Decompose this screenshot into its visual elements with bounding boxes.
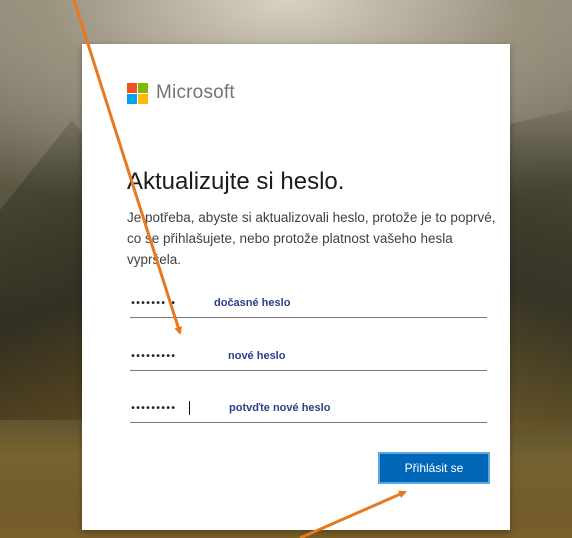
signin-card: Microsoft Aktualizujte si heslo. Je potř… <box>82 44 510 530</box>
description-text: Je potřeba, abyste si aktualizovali hesl… <box>127 210 496 267</box>
text-caret <box>189 401 190 415</box>
signin-button[interactable]: Přihlásit se <box>378 452 490 484</box>
new-password-value: ••••••••• <box>130 350 176 362</box>
new-password-annotation: nové heslo <box>228 350 286 362</box>
page-title: Aktualizujte si heslo. <box>127 168 345 195</box>
new-password-field[interactable]: ••••••••• nové heslo <box>130 342 487 371</box>
temporary-password-annotation: dočasné heslo <box>214 297 291 309</box>
temporary-password-value: ••••••• • <box>130 297 176 309</box>
microsoft-logo-icon <box>127 82 148 104</box>
logo-text: Microsoft <box>156 82 235 103</box>
temporary-password-field[interactable]: ••••••• • dočasné heslo <box>130 289 487 318</box>
confirm-password-annotation: potvďte nové heslo <box>229 402 331 414</box>
confirm-password-value: ••••••••• <box>130 402 176 414</box>
microsoft-logo: Microsoft <box>127 82 235 104</box>
confirm-password-field[interactable]: ••••••••• potvďte nové heslo <box>130 394 487 423</box>
